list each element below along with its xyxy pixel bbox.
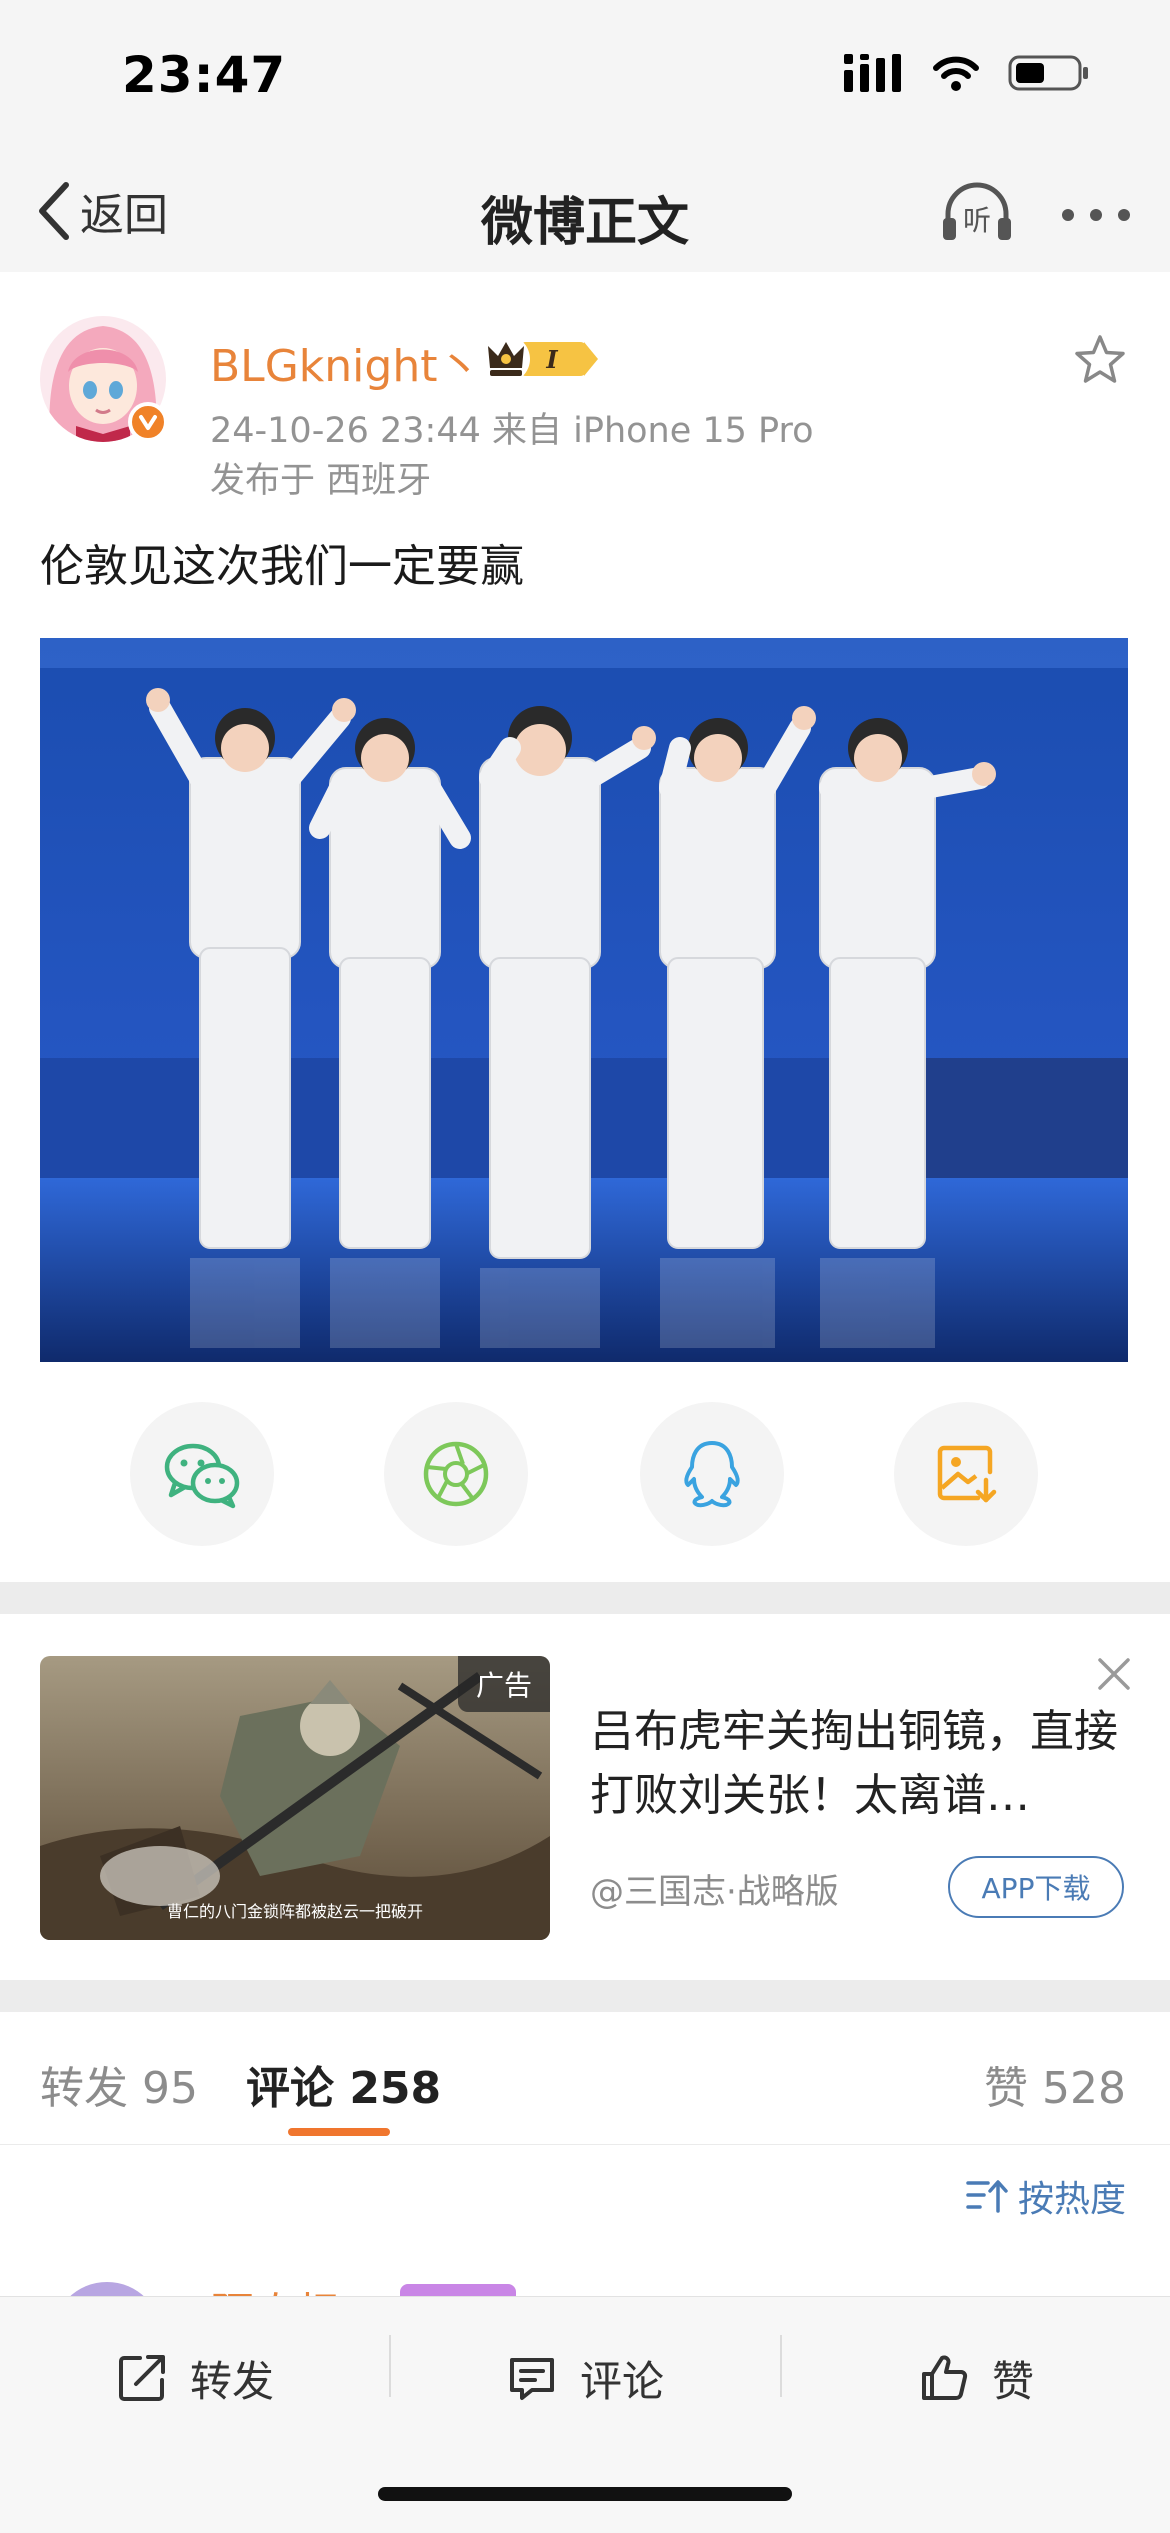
post-location: 发布于 西班牙	[210, 461, 432, 501]
ad-source: @三国志·战略版	[590, 1872, 839, 1912]
comment-button[interactable]: 评论	[506, 2333, 664, 2423]
tab-reposts[interactable]: 转发 95	[40, 2052, 198, 2116]
battery-icon	[1008, 55, 1088, 91]
repost-label: 转发	[190, 2356, 275, 2406]
save-image-icon	[937, 1445, 997, 1503]
save-image-button[interactable]	[894, 1402, 1038, 1546]
ad-caption: 曹仁的八门金锁阵都被赵云一把破开	[166, 1902, 423, 1921]
post-photo[interactable]	[40, 638, 1128, 1362]
section-divider	[0, 1582, 1170, 1614]
close-icon	[1098, 1658, 1130, 1690]
ad-close-button[interactable]	[1094, 1654, 1134, 1694]
share-moments-button[interactable]	[384, 1402, 528, 1546]
sort-by-popularity-button[interactable]: 按热度	[966, 2170, 1126, 2222]
post-card: BLGknight丶 I 24-10-26 23:44 来自 iPhone 15…	[0, 272, 1170, 1582]
status-time: 23:47	[122, 46, 287, 104]
sort-label: 按热度	[1018, 2179, 1127, 2220]
team-stage-photo	[40, 638, 1128, 1362]
more-dots-icon	[1062, 209, 1130, 221]
star-icon	[1075, 335, 1125, 383]
wifi-icon	[933, 56, 979, 91]
crown-badge-icon: I	[482, 335, 598, 383]
status-icons	[842, 54, 1090, 92]
badge-level: I	[545, 345, 558, 374]
verified-check-icon	[139, 415, 157, 430]
wechat-icon	[164, 1443, 240, 1509]
post-text: 伦敦见这次我们一定要赢	[40, 541, 524, 592]
ad-title[interactable]: 吕布虎牢关掏出铜镜，直接打败刘关张！太离谱…	[590, 1700, 1130, 1828]
sort-icon	[966, 2180, 1008, 2213]
qq-icon	[684, 1441, 740, 1508]
action-divider	[780, 2335, 782, 2397]
section-divider	[0, 1980, 1170, 2012]
ad-card: 广告 曹仁的八门金锁阵都被赵云一把破开 吕布虎牢关掏出铜镜，直接打败刘关张！太离…	[0, 1614, 1170, 1980]
share-wechat-button[interactable]	[130, 1402, 274, 1546]
repost-button[interactable]: 转发	[116, 2333, 274, 2423]
ad-image[interactable]: 广告 曹仁的八门金锁阵都被赵云一把破开	[40, 1656, 550, 1940]
member-badge[interactable]: I	[480, 332, 600, 390]
nav-bar: 返回 微博正文 听	[0, 150, 1170, 273]
app-download-button[interactable]: APP下载	[948, 1856, 1124, 1918]
moments-icon	[423, 1441, 489, 1507]
post-username[interactable]: BLGknight丶	[210, 330, 481, 394]
post-meta: 24-10-26 23:44 来自 iPhone 15 Pro	[210, 411, 814, 451]
cellular-signal-icon	[844, 54, 901, 92]
tab-comments[interactable]: 评论 258	[246, 2052, 441, 2116]
ad-tag: 广告	[457, 1656, 550, 1712]
action-divider	[389, 2335, 391, 2397]
repost-icon	[119, 2355, 165, 2401]
status-bar: 23:47	[0, 0, 1170, 150]
comment-label: 评论	[580, 2356, 665, 2406]
listen-label: 听	[963, 204, 991, 237]
like-button[interactable]: 赞	[918, 2333, 1034, 2423]
interaction-tabs: 转发 95 评论 258 赞 528	[0, 2012, 1170, 2145]
headphones-icon: 听	[943, 182, 1011, 240]
home-indicator	[378, 2487, 792, 2501]
comment-icon	[510, 2358, 554, 2400]
thumbs-up-icon	[922, 2355, 968, 2400]
listen-button[interactable]: 听	[940, 180, 1014, 244]
share-row	[0, 1402, 1170, 1552]
tab-likes[interactable]: 赞 528	[984, 2052, 1126, 2116]
like-label: 赞	[992, 2356, 1035, 2406]
favorite-button[interactable]	[1072, 332, 1128, 388]
more-options-button[interactable]	[1056, 190, 1136, 240]
share-qq-button[interactable]	[640, 1402, 784, 1546]
bottom-action-bar: 转发 评论 赞	[0, 2296, 1170, 2533]
active-tab-indicator	[288, 2128, 390, 2136]
verified-badge	[128, 402, 168, 442]
